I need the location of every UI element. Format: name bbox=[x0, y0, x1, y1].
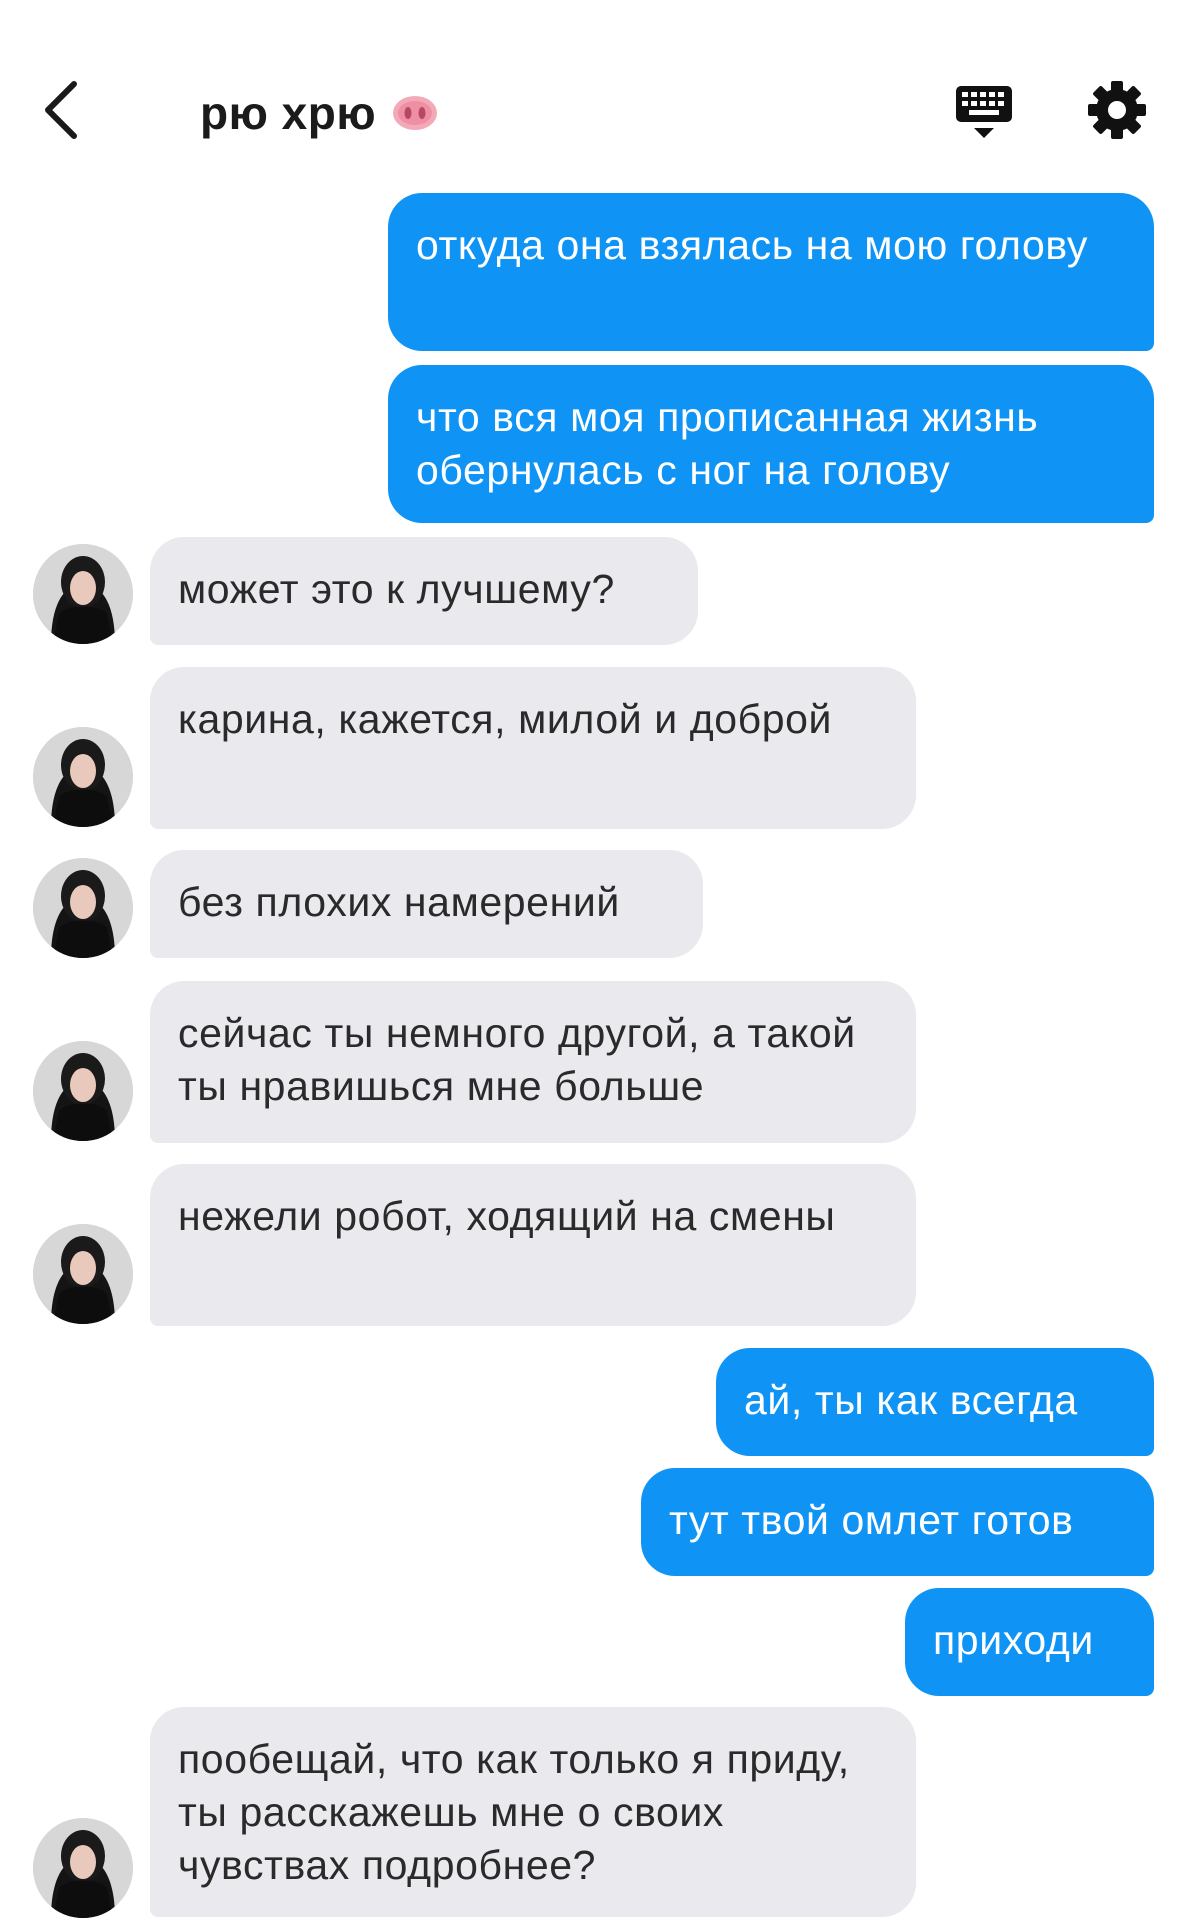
message-text: пообещай, что как только я приду, ты рас… bbox=[178, 1736, 850, 1888]
contact-avatar-icon bbox=[33, 858, 133, 958]
message-bubble-outgoing[interactable]: откуда она взялась на мою голову bbox=[388, 193, 1154, 351]
message-text: откуда она взялась на мою голову bbox=[416, 222, 1088, 268]
avatar[interactable] bbox=[33, 727, 133, 827]
message-text: приходи bbox=[933, 1617, 1094, 1663]
contact-avatar-icon bbox=[33, 727, 133, 827]
avatar[interactable] bbox=[33, 544, 133, 644]
chat-header: рю хрю bbox=[0, 0, 1182, 190]
message-bubble-outgoing[interactable]: тут твой омлет готов bbox=[641, 1468, 1154, 1576]
message-text: сейчас ты немного другой, а такой ты нра… bbox=[178, 1010, 856, 1109]
message-text: что вся моя прописанная жизнь обернулась… bbox=[416, 394, 1039, 493]
keyboard-toggle-button[interactable] bbox=[952, 80, 1016, 144]
contact-avatar-icon bbox=[33, 1818, 133, 1918]
message-text: тут твой омлет готов bbox=[669, 1497, 1074, 1543]
message-text: может это к лучшему? bbox=[178, 566, 615, 612]
message-text: карина, кажется, милой и доброй bbox=[178, 696, 833, 742]
message-text: без плохих намерений bbox=[178, 879, 620, 925]
avatar[interactable] bbox=[33, 858, 133, 958]
back-button[interactable] bbox=[34, 70, 104, 150]
contact-avatar-icon bbox=[33, 544, 133, 644]
message-bubble-incoming[interactable]: карина, кажется, милой и доброй bbox=[150, 667, 916, 829]
contact-avatar-icon bbox=[33, 1224, 133, 1324]
message-text: ай, ты как всегда bbox=[744, 1377, 1078, 1423]
message-bubble-incoming[interactable]: без плохих намерений bbox=[150, 850, 703, 958]
avatar[interactable] bbox=[33, 1041, 133, 1141]
message-bubble-outgoing[interactable]: ай, ты как всегда bbox=[716, 1348, 1154, 1456]
contact-avatar-icon bbox=[33, 1041, 133, 1141]
keyboard-icon bbox=[956, 86, 1012, 138]
avatar[interactable] bbox=[33, 1224, 133, 1324]
pig-nose-icon bbox=[393, 96, 438, 130]
message-bubble-outgoing[interactable]: что вся моя прописанная жизнь обернулась… bbox=[388, 365, 1154, 523]
gear-icon bbox=[1088, 81, 1146, 139]
avatar[interactable] bbox=[33, 1818, 133, 1918]
message-bubble-incoming[interactable]: сейчас ты немного другой, а такой ты нра… bbox=[150, 981, 916, 1143]
chat-title-group[interactable]: рю хрю bbox=[200, 82, 438, 144]
message-text: нежели робот, ходящий на смены bbox=[178, 1193, 836, 1239]
message-bubble-outgoing[interactable]: приходи bbox=[905, 1588, 1154, 1696]
message-bubble-incoming[interactable]: может это к лучшему? bbox=[150, 537, 698, 645]
chevron-left-icon bbox=[45, 81, 77, 139]
message-bubble-incoming[interactable]: пообещай, что как только я приду, ты рас… bbox=[150, 1707, 916, 1917]
chat-title: рю хрю bbox=[200, 87, 377, 139]
settings-button[interactable] bbox=[1085, 78, 1149, 142]
message-bubble-incoming[interactable]: нежели робот, ходящий на смены bbox=[150, 1164, 916, 1326]
